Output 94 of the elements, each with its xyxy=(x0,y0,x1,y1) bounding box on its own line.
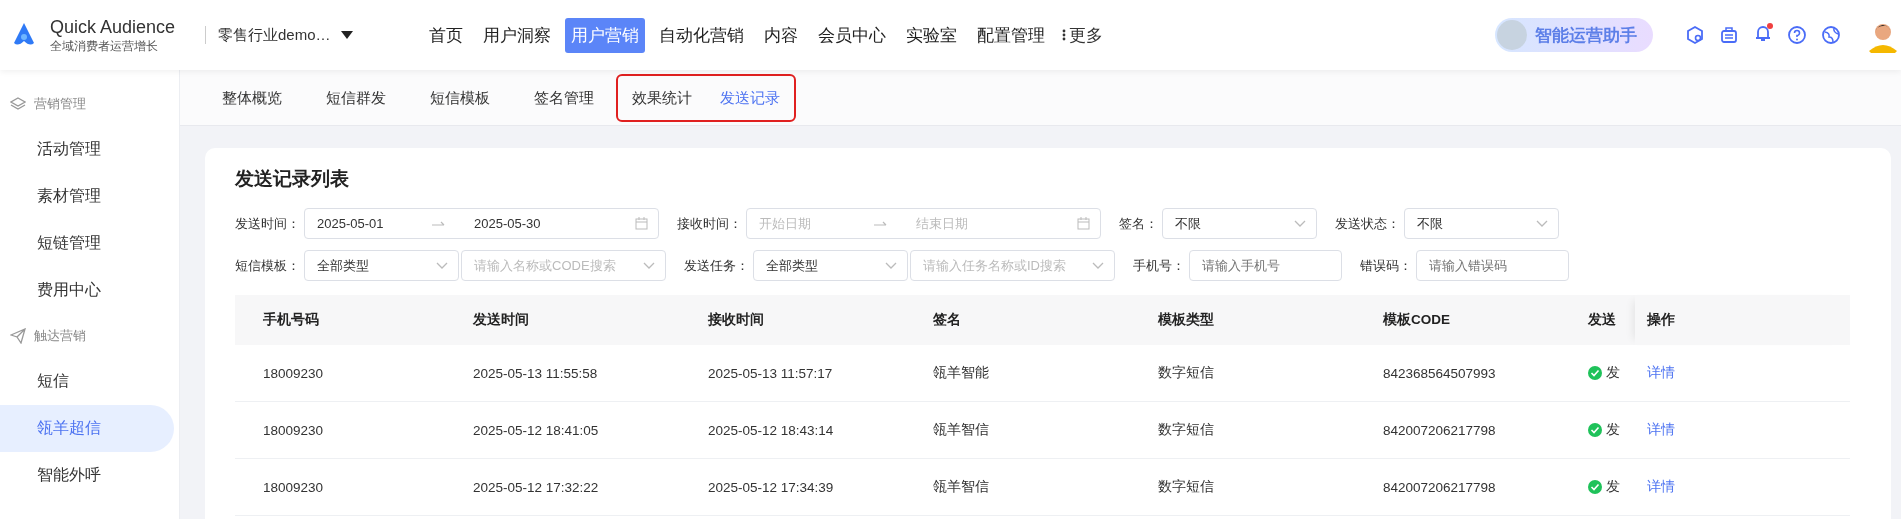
nav-tab[interactable]: 配置管理 xyxy=(971,17,1051,53)
chevron-down-icon xyxy=(1536,220,1548,227)
sidebar-item[interactable]: 活动管理 xyxy=(0,126,174,173)
sub-tab[interactable]: 短信群发 xyxy=(304,75,408,120)
column-header: 模板CODE xyxy=(1355,295,1580,345)
details-link[interactable]: 详情 xyxy=(1647,422,1675,437)
sub-tab[interactable]: 发送记录 xyxy=(706,75,794,120)
details-link[interactable]: 详情 xyxy=(1647,479,1675,494)
table-cell: 数字短信 xyxy=(1130,401,1355,459)
chevron-down-icon xyxy=(643,262,655,269)
nav-tab[interactable]: 用户洞察 xyxy=(477,17,557,53)
filter-label: 接收时间： xyxy=(677,214,742,233)
sidebar-item[interactable]: 智能外呼 xyxy=(0,452,174,499)
details-link[interactable]: 详情 xyxy=(1647,365,1675,380)
sub-tab[interactable]: 短信模板 xyxy=(408,75,512,120)
workspace-name[interactable]: 零售行业demo… xyxy=(218,25,331,45)
filter-label: 发送时间： xyxy=(235,214,300,233)
table-cell: 数字短信 xyxy=(1130,458,1355,516)
table-cell: 2025-05-13 11:57:17 xyxy=(680,345,905,402)
globe-icon[interactable] xyxy=(1821,25,1841,45)
table-cell: 842007206217798 xyxy=(1355,401,1580,459)
table-cell: 2025-05-12 18:41:05 xyxy=(445,401,680,459)
filter-label: 发送状态： xyxy=(1335,214,1400,233)
table-cell: 18009230 xyxy=(235,345,445,402)
sidebar-item[interactable]: 费用中心 xyxy=(0,267,174,314)
table-cell: 842007206217798 xyxy=(1355,458,1580,516)
status-text: 发 xyxy=(1606,420,1620,439)
column-header: 模板类型 xyxy=(1130,295,1355,345)
status-text: 发 xyxy=(1606,477,1620,496)
filter-label: 短信模板： xyxy=(235,256,300,275)
help-icon[interactable] xyxy=(1787,25,1807,45)
avatar-placeholder xyxy=(1497,20,1527,50)
input-field[interactable]: 请输入手机号 xyxy=(1189,250,1342,281)
select-field[interactable]: 全部类型 xyxy=(753,250,908,281)
table-cell: 842368564507993 xyxy=(1355,345,1580,402)
bell-icon[interactable] xyxy=(1753,23,1773,43)
chevron-down-icon xyxy=(436,262,448,269)
nav-tab[interactable]: 首页 xyxy=(423,17,469,53)
column-header: 签名 xyxy=(905,295,1130,345)
panel-title: 发送记录列表 xyxy=(235,167,350,191)
chevron-down-icon xyxy=(885,262,897,269)
calendar-icon xyxy=(635,217,648,230)
table-cell: 数字短信 xyxy=(1130,345,1355,402)
table-cell: 瓴羊智能 xyxy=(905,345,1130,402)
column-header: 接收时间 xyxy=(680,295,905,345)
table-cell: 瓴羊智信 xyxy=(905,401,1130,459)
sidebar-item[interactable]: 短信 xyxy=(0,358,174,405)
chevron-down-icon xyxy=(1092,262,1104,269)
table-cell: 瓴羊智信 xyxy=(905,458,1130,516)
sub-tab[interactable]: 效果统计 xyxy=(618,75,706,120)
table-cell: 2025-05-12 17:34:39 xyxy=(680,458,905,516)
more-menu[interactable]: 更多 xyxy=(1069,23,1103,47)
column-header: 发送 xyxy=(1580,295,1635,345)
sidebar-item[interactable]: 短链管理 xyxy=(0,220,174,267)
column-header: 手机号码 xyxy=(235,295,445,345)
caret-icon[interactable] xyxy=(340,31,353,39)
filter-label: 签名： xyxy=(1119,214,1158,233)
nav-tab[interactable]: 实验室 xyxy=(900,17,963,53)
more-icon[interactable] xyxy=(1061,27,1067,43)
filter-label: 发送任务： xyxy=(684,256,749,275)
date-range-field[interactable]: 2025-05-01 2025-05-30 xyxy=(304,208,659,239)
nav-tab[interactable]: 自动化营销 xyxy=(653,17,750,53)
sidebar-group-label: 触达营销 xyxy=(34,327,86,345)
table-cell: 2025-05-12 18:43:14 xyxy=(680,401,905,459)
calendar-icon xyxy=(1077,217,1090,230)
arrow-icon xyxy=(432,219,446,228)
select-field[interactable]: 不限 xyxy=(1162,208,1317,239)
sidebar-group-label: 营销管理 xyxy=(34,95,86,113)
app-subtitle: 全域消费者运营增长 xyxy=(50,37,159,55)
nav-tab[interactable]: 内容 xyxy=(758,17,804,53)
column-header: 操作 xyxy=(1635,295,1850,345)
filter-label: 错误码： xyxy=(1360,256,1412,275)
input-field[interactable]: 请输入错误码 xyxy=(1416,250,1569,281)
select-field[interactable]: 不限 xyxy=(1404,208,1559,239)
nav-tab[interactable]: 会员中心 xyxy=(812,17,892,53)
briefcase-icon[interactable] xyxy=(1719,25,1739,45)
table-cell: 18009230 xyxy=(235,401,445,459)
chevron-down-icon xyxy=(1294,220,1306,227)
send-icon xyxy=(10,328,26,344)
app-title: Quick Audience xyxy=(50,15,176,38)
layers-icon xyxy=(10,96,26,112)
column-header: 发送时间 xyxy=(445,295,680,345)
table-cell: 2025-05-13 11:55:58 xyxy=(445,345,680,402)
filter-label: 手机号： xyxy=(1133,256,1185,275)
table-cell: 2025-05-12 17:32:22 xyxy=(445,458,680,516)
sub-tab[interactable]: 整体概览 xyxy=(200,75,304,120)
status-text: 发 xyxy=(1606,363,1620,382)
sidebar-item[interactable]: 素材管理 xyxy=(0,173,174,220)
sidebar-item[interactable]: 瓴羊超信 xyxy=(0,405,174,452)
select-field[interactable]: 全部类型 xyxy=(304,250,459,281)
arrow-icon xyxy=(874,219,888,228)
table-cell: 18009230 xyxy=(235,458,445,516)
hexagon-icon[interactable] xyxy=(1685,25,1705,45)
sub-tab[interactable]: 签名管理 xyxy=(512,75,616,120)
